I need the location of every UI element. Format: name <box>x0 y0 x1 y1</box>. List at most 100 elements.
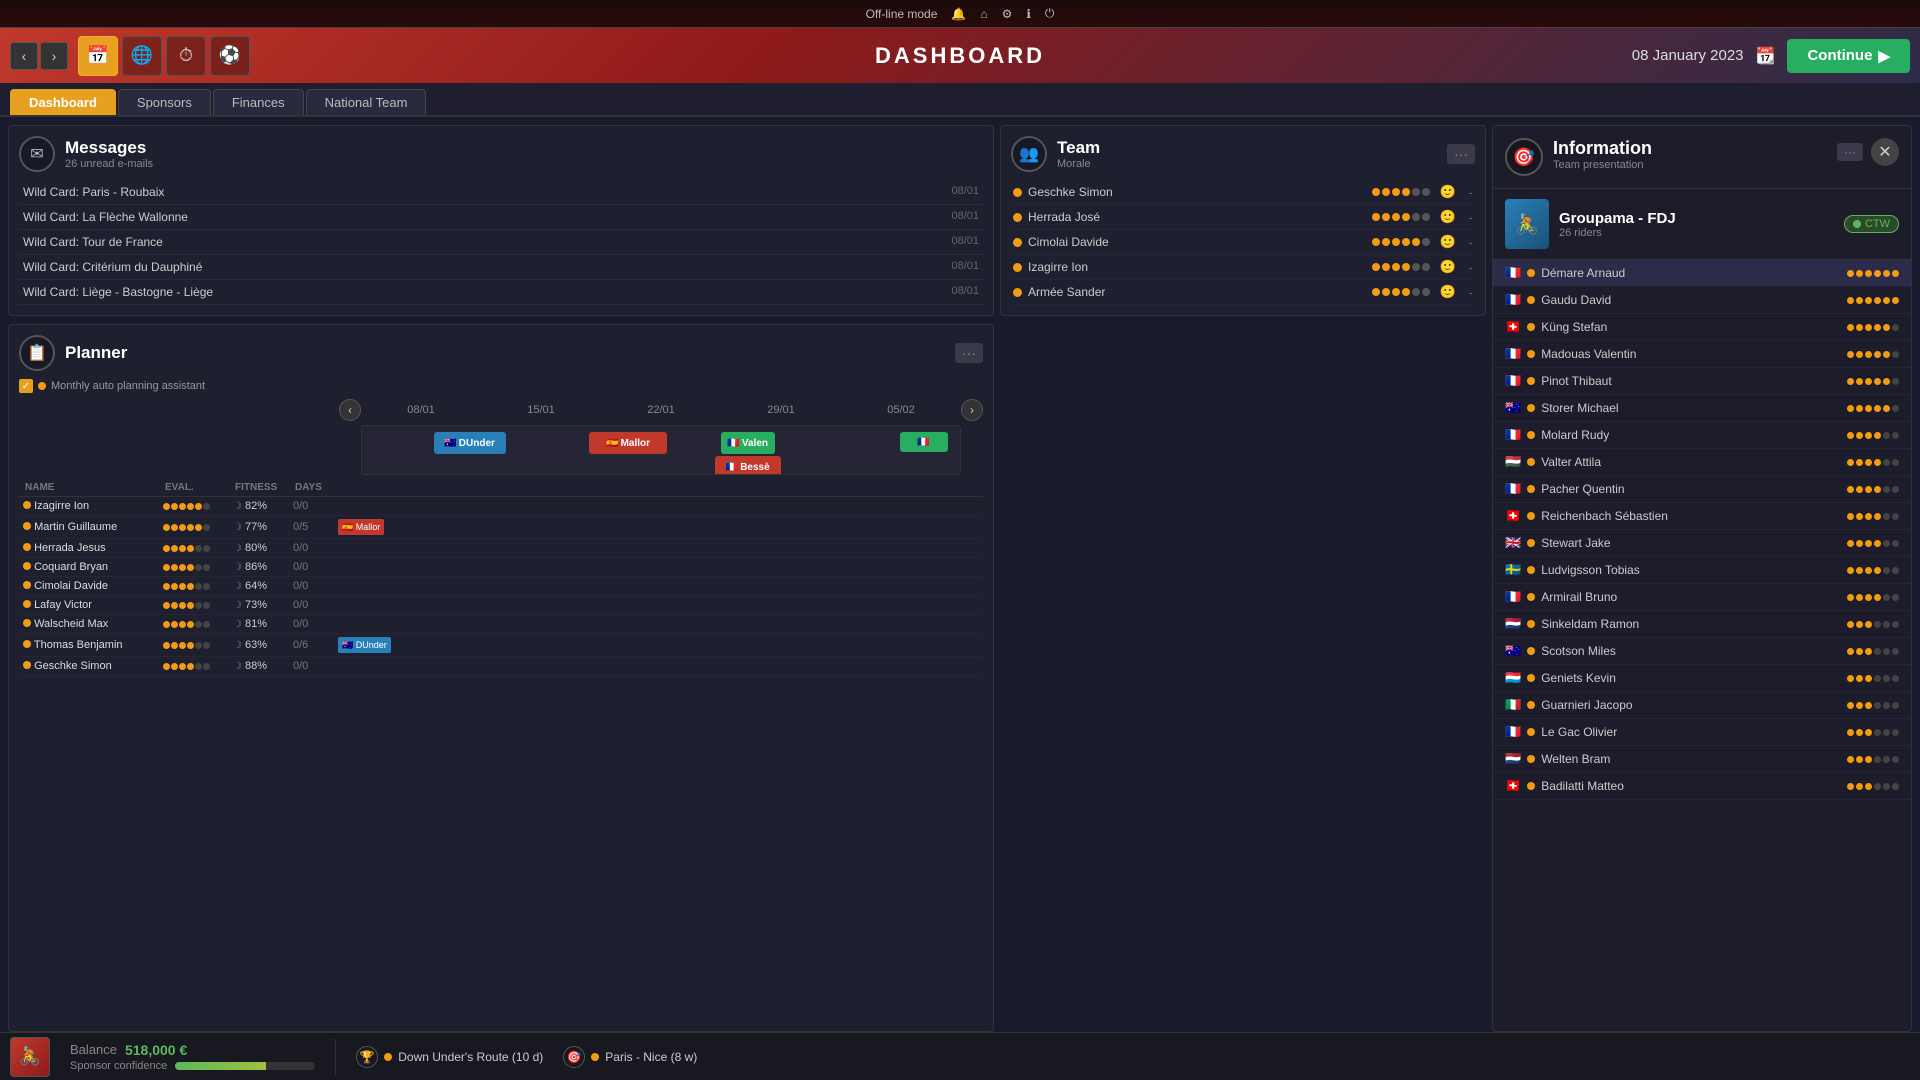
morale-item[interactable]: Izagirre Ion 🙂 - <box>1011 255 1475 280</box>
info-title: Information <box>1553 138 1652 159</box>
planner-table-scroll[interactable]: NAME EVAL. FITNESS DAYS Izagirre Ion ☽ 8… <box>19 479 983 676</box>
tab-national-team[interactable]: National Team <box>306 89 427 115</box>
event-item[interactable]: 🏆 Down Under's Route (10 d) <box>356 1046 543 1068</box>
power-icon[interactable]: ⏻ <box>1045 6 1055 21</box>
list-item[interactable]: 🇨🇭 Küng Stefan <box>1493 314 1911 341</box>
message-item[interactable]: Wild Card: Paris - Roubaix 08/01 <box>19 180 983 205</box>
race-block-fr2[interactable]: 🇫🇷 <box>900 432 948 452</box>
info-menu-button[interactable]: ··· <box>1837 143 1863 161</box>
race-block-dunder[interactable]: 🇦🇺DUnder <box>434 432 506 454</box>
list-item[interactable]: 🇦🇺 Storer Michael <box>1493 395 1911 422</box>
bell-icon[interactable]: 🔔 <box>951 7 966 21</box>
table-row[interactable]: Walscheid Max ☽ 81% 0/0 <box>19 615 983 634</box>
list-item[interactable]: 🇳🇱 Sinkeldam Ramon <box>1493 611 1911 638</box>
race-block-valen[interactable]: 🇫🇷Valen <box>721 432 775 454</box>
nav-clock-button[interactable]: ⏱ <box>166 36 206 76</box>
tab-sponsors[interactable]: Sponsors <box>118 89 211 115</box>
continue-button[interactable]: Continue ▶ <box>1787 39 1910 73</box>
list-item[interactable]: 🇫🇷 Armirail Bruno <box>1493 584 1911 611</box>
nav-dashboard-button[interactable]: 📅 <box>78 36 118 76</box>
nav-back-button[interactable]: ‹ <box>10 42 38 70</box>
list-item[interactable]: 🇭🇺 Valter Attila <box>1493 449 1911 476</box>
team-logo-icon: 🚴 <box>10 1037 50 1077</box>
rider-status-dot <box>1527 701 1535 709</box>
message-item[interactable]: Wild Card: La Flèche Wallonne 08/01 <box>19 205 983 230</box>
bottom-divider <box>335 1039 336 1075</box>
date-label-2: 15/01 <box>481 404 601 416</box>
message-item[interactable]: Wild Card: Critérium du Dauphiné 08/01 <box>19 255 983 280</box>
list-item[interactable]: 🇦🇺 Scotson Miles <box>1493 638 1911 665</box>
calendar-icon[interactable]: 📆 <box>1756 46 1776 66</box>
list-item[interactable]: 🇫🇷 Démare Arnaud <box>1493 260 1911 287</box>
checkbox-checked-icon: ✓ <box>19 379 33 393</box>
list-item[interactable]: 🇫🇷 Pacher Quentin <box>1493 476 1911 503</box>
planner-next-button[interactable]: › <box>961 399 983 421</box>
list-item[interactable]: 🇫🇷 Molard Rudy <box>1493 422 1911 449</box>
list-item[interactable]: 🇮🇹 Guarnieri Jacopo <box>1493 692 1911 719</box>
auto-planning-checkbox[interactable]: ✓ Monthly auto planning assistant <box>19 379 205 393</box>
flag-icon: 🇦🇺 <box>1505 643 1521 659</box>
planner-options-row: ✓ Monthly auto planning assistant <box>19 379 983 393</box>
flag-icon: 🇫🇷 <box>1505 427 1521 443</box>
top-bar-center: Off-line mode 🔔 ⌂ ⚙ ℹ ⏻ <box>866 6 1055 21</box>
list-item[interactable]: 🇸🇪 Ludvigsson Tobias <box>1493 557 1911 584</box>
planner-prev-button[interactable]: ‹ <box>339 399 361 421</box>
morale-item[interactable]: Herrada José 🙂 - <box>1011 205 1475 230</box>
message-item[interactable]: Wild Card: Liège - Bastogne - Liège 08/0… <box>19 280 983 305</box>
flag-icon: 🇬🇧 <box>1505 535 1521 551</box>
table-row[interactable]: Lafay Victor ☽ 73% 0/0 <box>19 596 983 615</box>
table-row[interactable]: Izagirre Ion ☽ 82% 0/0 <box>19 497 983 516</box>
table-row[interactable]: Herrada Jesus ☽ 80% 0/0 <box>19 539 983 558</box>
morale-item[interactable]: Armée Sander 🙂 - <box>1011 280 1475 305</box>
table-row[interactable]: Geschke Simon ☽ 88% 0/0 <box>19 657 983 676</box>
morale-item[interactable]: Geschke Simon 🙂 - <box>1011 180 1475 205</box>
rider-status-dot <box>1527 377 1535 385</box>
table-row[interactable]: Martin Guillaume ☽ 77% 0/5 🇪🇸 Mallor <box>19 516 983 539</box>
nav-forward-button[interactable]: › <box>40 42 68 70</box>
list-item[interactable]: 🇫🇷 Le Gac Olivier <box>1493 719 1911 746</box>
table-row[interactable]: Coquard Bryan ☽ 86% 0/0 <box>19 558 983 577</box>
offline-mode-label: Off-line mode <box>866 7 938 21</box>
gear-icon[interactable]: ⚙ <box>1002 7 1013 21</box>
team-subtitle: Morale <box>1057 158 1100 170</box>
table-row[interactable]: Cimolai Davide ☽ 64% 0/0 <box>19 577 983 596</box>
planner-title: Planner <box>65 343 127 363</box>
rider-status-dot <box>1527 323 1535 331</box>
list-item[interactable]: 🇫🇷 Gaudu David <box>1493 287 1911 314</box>
list-item[interactable]: 🇫🇷 Madouas Valentin <box>1493 341 1911 368</box>
planner-date-nav: ‹ 08/01 15/01 22/01 29/01 05/02 › <box>19 399 983 421</box>
list-item[interactable]: 🇫🇷 Pinot Thibaut <box>1493 368 1911 395</box>
tab-dashboard[interactable]: Dashboard <box>10 89 116 115</box>
flag-icon: 🇫🇷 <box>1505 373 1521 389</box>
home-icon[interactable]: ⌂ <box>980 7 987 21</box>
nav-globe-button[interactable]: 🌐 <box>122 36 162 76</box>
info-icon[interactable]: ℹ <box>1026 7 1031 21</box>
nav-soccer-button[interactable]: ⚽ <box>210 36 250 76</box>
tab-finances[interactable]: Finances <box>213 89 304 115</box>
table-row[interactable]: Thomas Benjamin ☽ 63% 0/6 🇦🇺 DUnder <box>19 634 983 657</box>
middle-column: 👥 Team Morale ··· Geschke Simon 🙂 - <box>1000 125 1486 1032</box>
rider-status-dot <box>1527 458 1535 466</box>
list-item[interactable]: 🇬🇧 Stewart Jake <box>1493 530 1911 557</box>
messages-subtitle: 26 unread e-mails <box>65 158 153 170</box>
mood-icon: 🙂 <box>1439 234 1455 250</box>
race-block-mallor[interactable]: 🇪🇸Mallor <box>589 432 667 454</box>
planner-menu-button[interactable]: ··· <box>955 343 983 363</box>
date-label-4: 29/01 <box>721 404 841 416</box>
morale-item[interactable]: Cimolai Davide 🙂 - <box>1011 230 1475 255</box>
list-item[interactable]: 🇨🇭 Reichenbach Sébastien <box>1493 503 1911 530</box>
list-item[interactable]: 🇱🇺 Geniets Kevin <box>1493 665 1911 692</box>
race-block-besse[interactable]: 🇫🇷Bessè <box>715 456 781 475</box>
rider-status-dot <box>1527 350 1535 358</box>
bottom-bar: 🚴 Balance 518,000 € Sponsor confidence 🏆… <box>0 1032 1920 1080</box>
team-menu-button[interactable]: ··· <box>1447 144 1475 164</box>
date-label-3: 22/01 <box>601 404 721 416</box>
info-close-button[interactable]: ✕ <box>1871 138 1899 166</box>
list-item[interactable]: 🇳🇱 Welten Bram <box>1493 746 1911 773</box>
flag-icon: 🇨🇭 <box>1505 319 1521 335</box>
message-item[interactable]: Wild Card: Tour de France 08/01 <box>19 230 983 255</box>
event-item[interactable]: 🎯 Paris - Nice (8 w) <box>563 1046 697 1068</box>
rider-list[interactable]: 🇫🇷 Démare Arnaud 🇫🇷 Gaudu David 🇨🇭 Küng … <box>1493 260 1911 1031</box>
list-item[interactable]: 🇨🇭 Badilatti Matteo <box>1493 773 1911 800</box>
team-morale-panel: 👥 Team Morale ··· Geschke Simon 🙂 - <box>1000 125 1486 316</box>
